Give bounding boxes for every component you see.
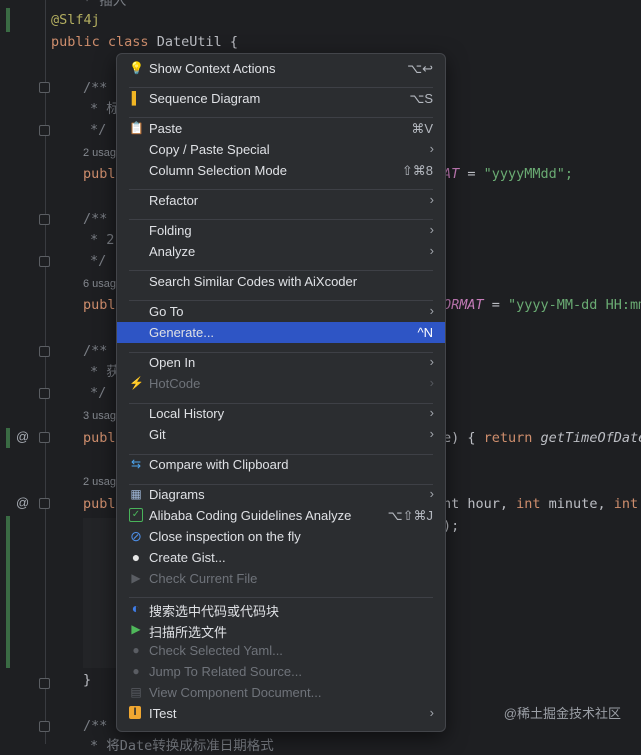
menu-item-folding[interactable]: Folding › xyxy=(117,220,445,241)
chevron-right-icon: › xyxy=(429,222,434,237)
code-annotation: @Slf4j xyxy=(51,12,100,28)
chevron-right-icon: › xyxy=(429,486,434,501)
menu-item-scan-selected-files[interactable]: ▶ 扫描所选文件 xyxy=(117,619,445,640)
menu-item-copy-paste-special[interactable]: Copy / Paste Special › xyxy=(117,139,445,160)
chevron-right-icon: › xyxy=(429,375,434,390)
scan-play-icon: ▶ xyxy=(131,622,141,636)
play-icon: ▶ xyxy=(131,571,141,585)
watermark: @稀土掘金技术社区 xyxy=(503,706,621,721)
diagrams-icon: ▦ xyxy=(130,487,142,501)
context-menu[interactable]: 💡 Show Context Actions ⌥↩ ▌ Sequence Diagra… xyxy=(116,53,446,732)
fold-icon[interactable] xyxy=(39,346,50,357)
clipboard-icon: 📋 xyxy=(129,121,144,135)
menu-item-analyze[interactable]: Analyze › xyxy=(117,241,445,262)
chevron-right-icon: › xyxy=(429,405,434,420)
chevron-right-icon: › xyxy=(429,192,434,207)
menu-item-refactor[interactable]: Refactor › xyxy=(117,190,445,211)
code-method: publ xyxy=(83,430,116,446)
menu-item-show-context-actions[interactable]: 💡 Show Context Actions ⌥↩ xyxy=(117,58,445,79)
code-comment: */ xyxy=(90,253,107,269)
code-field: publ xyxy=(83,297,116,313)
vcs-change-marker xyxy=(6,8,10,32)
yaml-icon: ● xyxy=(132,643,140,657)
chevron-right-icon: › xyxy=(429,303,434,318)
menu-item-local-history[interactable]: Local History › xyxy=(117,403,445,424)
menu-item-generate[interactable]: Generate... ^N xyxy=(117,322,445,343)
lightbulb-icon: 💡 xyxy=(129,61,144,75)
chevron-right-icon: › xyxy=(429,243,434,258)
fold-icon[interactable] xyxy=(39,82,50,93)
no-inspection-icon: ⊘ xyxy=(130,528,142,544)
menu-item-paste[interactable]: 📋 Paste ⌘V xyxy=(117,118,445,139)
code-comment: /** xyxy=(83,80,108,96)
code-comment: * 插入 xyxy=(83,0,127,9)
document-icon: ▤ xyxy=(130,685,142,699)
fold-icon[interactable] xyxy=(39,214,50,225)
itest-icon: I xyxy=(129,706,141,719)
menu-item-compare-with-clipboard[interactable]: ⇆ Compare with Clipboard xyxy=(117,454,445,475)
menu-item-open-in[interactable]: Open In › xyxy=(117,352,445,373)
fold-icon[interactable] xyxy=(39,678,50,689)
fold-icon[interactable] xyxy=(39,256,50,267)
jump-icon: ● xyxy=(132,664,140,678)
menu-item-check-selected-yaml[interactable]: ● Check Selected Yaml... xyxy=(117,640,445,661)
sequence-diagram-icon: ▌ xyxy=(131,91,141,105)
menu-item-jump-to-related-source[interactable]: ● Jump To Related Source... xyxy=(117,661,445,682)
code-comment: /** xyxy=(83,343,108,359)
code-method-tail: e) { return getTimeOfDate xyxy=(443,430,641,446)
vcs-change-marker xyxy=(6,516,10,668)
menu-item-create-gist[interactable]: ● Create Gist... xyxy=(117,547,445,568)
fold-icon[interactable] xyxy=(39,721,50,732)
code-comment: * 2 xyxy=(90,232,115,248)
vcs-change-marker xyxy=(6,428,10,448)
chevron-right-icon: › xyxy=(429,141,434,156)
menu-item-alibaba-guidelines[interactable]: ✓ Alibaba Coding Guidelines Analyze ⌥⇧⌘J xyxy=(117,505,445,526)
hotcode-icon: ⚡ xyxy=(129,376,144,390)
chevron-right-icon: › xyxy=(429,354,434,369)
menu-item-check-current-file[interactable]: ▶ Check Current File xyxy=(117,568,445,589)
fold-icon[interactable] xyxy=(39,125,50,136)
code-method-tail: nt hour, int minute, int xyxy=(443,496,639,512)
fold-icon[interactable] xyxy=(39,388,50,399)
menu-item-git[interactable]: Git › xyxy=(117,424,445,445)
code-field-tail: ORMAT = "yyyy-MM-dd HH:mm xyxy=(443,297,641,313)
chevron-right-icon: › xyxy=(429,426,434,441)
menu-item-column-selection-mode[interactable]: Column Selection Mode ⇧⌘8 xyxy=(117,160,445,181)
code-comment: * 将Date转换成标准日期格式 xyxy=(90,738,274,754)
code-brace: } xyxy=(83,672,92,688)
menu-item-itest[interactable]: I ITest › xyxy=(117,703,445,724)
compare-icon: ⇆ xyxy=(130,457,142,471)
menu-item-view-component-document[interactable]: ▤ View Component Document... xyxy=(117,682,445,703)
alibaba-icon: ✓ xyxy=(129,508,143,522)
code-field-tail: AT = "yyyyMMdd"; xyxy=(443,166,574,182)
code-comment: */ xyxy=(90,385,107,401)
code-comment: /** xyxy=(83,718,108,734)
menu-item-close-inspection[interactable]: ⊘ Close inspection on the fly xyxy=(117,526,445,547)
search-code-icon: ◐ xyxy=(131,600,141,616)
chevron-right-icon: › xyxy=(429,705,434,720)
menu-item-diagrams[interactable]: ▦ Diagrams › xyxy=(117,484,445,505)
fold-icon[interactable] xyxy=(39,432,50,443)
github-icon: ● xyxy=(131,549,141,565)
gutter-divider xyxy=(45,0,46,744)
menu-item-search-similar-codes[interactable]: Search Similar Codes with AiXcoder xyxy=(117,271,445,292)
menu-item-sequence-diagram[interactable]: ▌ Sequence Diagram ⌥S xyxy=(117,88,445,109)
menu-item-hotcode[interactable]: ⚡ HotCode › xyxy=(117,373,445,394)
code-field: publ xyxy=(83,166,116,182)
code-class-declaration: public class DateUtil { xyxy=(51,34,238,50)
code-comment: /** xyxy=(83,211,108,227)
menu-item-search-selected-code[interactable]: ◐ 搜索选中代码或代码块 xyxy=(117,598,445,619)
fold-icon[interactable] xyxy=(39,498,50,509)
override-icon[interactable]: @ xyxy=(16,495,29,510)
override-icon[interactable]: @ xyxy=(16,429,29,444)
code-comment: */ xyxy=(90,122,107,138)
code-method: publ xyxy=(83,496,116,512)
menu-item-go-to[interactable]: Go To › xyxy=(117,301,445,322)
